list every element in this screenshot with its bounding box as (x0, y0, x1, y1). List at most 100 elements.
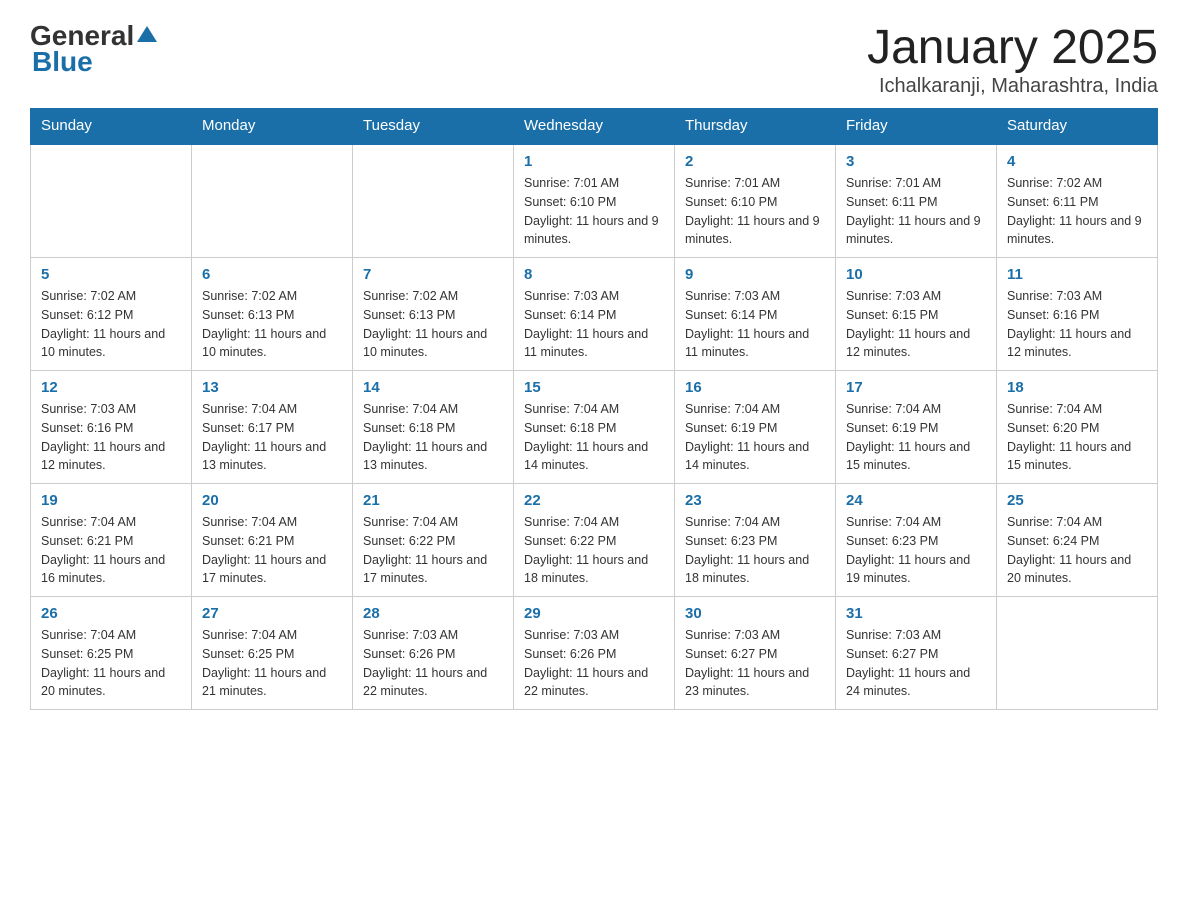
day-header-monday: Monday (192, 109, 353, 144)
day-number: 25 (1007, 492, 1147, 509)
day-number: 14 (363, 379, 503, 396)
day-cell: 18 Sunrise: 7:04 AMSunset: 6:20 PMDayligh… (997, 371, 1158, 484)
day-info: Sunrise: 7:04 AMSunset: 6:20 PMDaylight:… (1007, 400, 1147, 475)
day-number: 19 (41, 492, 181, 509)
day-info: Sunrise: 7:02 AMSunset: 6:13 PMDaylight:… (202, 287, 342, 362)
day-number: 16 (685, 379, 825, 396)
day-header-tuesday: Tuesday (353, 109, 514, 144)
day-number: 24 (846, 492, 986, 509)
logo: General Blue (30, 20, 157, 78)
day-header-saturday: Saturday (997, 109, 1158, 144)
day-info: Sunrise: 7:04 AMSunset: 6:24 PMDaylight:… (1007, 513, 1147, 588)
day-info: Sunrise: 7:03 AMSunset: 6:26 PMDaylight:… (524, 626, 664, 701)
day-number: 6 (202, 266, 342, 283)
day-cell (353, 144, 514, 258)
day-cell: 24 Sunrise: 7:04 AMSunset: 6:23 PMDayligh… (836, 484, 997, 597)
day-cell: 2 Sunrise: 7:01 AMSunset: 6:10 PMDaylight… (675, 144, 836, 258)
day-number: 4 (1007, 153, 1147, 170)
day-number: 13 (202, 379, 342, 396)
calendar-body: 1 Sunrise: 7:01 AMSunset: 6:10 PMDaylight… (31, 144, 1158, 710)
day-cell: 7 Sunrise: 7:02 AMSunset: 6:13 PMDaylight… (353, 258, 514, 371)
day-cell: 19 Sunrise: 7:04 AMSunset: 6:21 PMDayligh… (31, 484, 192, 597)
day-info: Sunrise: 7:03 AMSunset: 6:27 PMDaylight:… (846, 626, 986, 701)
week-row-3: 12 Sunrise: 7:03 AMSunset: 6:16 PMDayligh… (31, 371, 1158, 484)
day-info: Sunrise: 7:03 AMSunset: 6:16 PMDaylight:… (41, 400, 181, 475)
day-header-sunday: Sunday (31, 109, 192, 144)
day-info: Sunrise: 7:01 AMSunset: 6:10 PMDaylight:… (524, 174, 664, 249)
day-info: Sunrise: 7:04 AMSunset: 6:25 PMDaylight:… (41, 626, 181, 701)
logo-triangle-icon (137, 26, 157, 42)
day-info: Sunrise: 7:04 AMSunset: 6:22 PMDaylight:… (363, 513, 503, 588)
day-info: Sunrise: 7:04 AMSunset: 6:21 PMDaylight:… (202, 513, 342, 588)
calendar-subtitle: Ichalkaranji, Maharashtra, India (867, 75, 1158, 98)
day-number: 31 (846, 605, 986, 622)
day-cell: 8Sunrise: 7:03 AMSunset: 6:14 PMDaylight… (514, 258, 675, 371)
day-cell: 30Sunrise: 7:03 AMSunset: 6:27 PMDayligh… (675, 597, 836, 710)
day-cell: 5 Sunrise: 7:02 AMSunset: 6:12 PMDaylight… (31, 258, 192, 371)
day-number: 27 (202, 605, 342, 622)
day-number: 23 (685, 492, 825, 509)
title-block: January 2025 Ichalkaranji, Maharashtra, … (867, 20, 1158, 98)
day-info: Sunrise: 7:04 AMSunset: 6:22 PMDaylight:… (524, 513, 664, 588)
day-cell: 27 Sunrise: 7:04 AMSunset: 6:25 PMDayligh… (192, 597, 353, 710)
page-header: General Blue January 2025 Ichalkaranji, … (30, 20, 1158, 98)
day-number: 5 (41, 266, 181, 283)
day-info: Sunrise: 7:03 AMSunset: 6:14 PMDaylight:… (524, 287, 664, 362)
day-info: Sunrise: 7:02 AMSunset: 6:13 PMDaylight:… (363, 287, 503, 362)
day-number: 12 (41, 379, 181, 396)
day-cell: 26Sunrise: 7:04 AMSunset: 6:25 PMDayligh… (31, 597, 192, 710)
week-row-4: 19 Sunrise: 7:04 AMSunset: 6:21 PMDayligh… (31, 484, 1158, 597)
day-info: Sunrise: 7:04 AMSunset: 6:23 PMDaylight:… (685, 513, 825, 588)
day-info: Sunrise: 7:01 AMSunset: 6:10 PMDaylight:… (685, 174, 825, 249)
day-cell (192, 144, 353, 258)
day-info: Sunrise: 7:04 AMSunset: 6:17 PMDaylight:… (202, 400, 342, 475)
day-info: Sunrise: 7:03 AMSunset: 6:26 PMDaylight:… (363, 626, 503, 701)
day-cell: 21 Sunrise: 7:04 AMSunset: 6:22 PMDayligh… (353, 484, 514, 597)
day-number: 11 (1007, 266, 1147, 283)
day-cell: 29 Sunrise: 7:03 AMSunset: 6:26 PMDayligh… (514, 597, 675, 710)
day-number: 22 (524, 492, 664, 509)
day-number: 2 (685, 153, 825, 170)
day-info: Sunrise: 7:03 AMSunset: 6:15 PMDaylight:… (846, 287, 986, 362)
day-info: Sunrise: 7:01 AMSunset: 6:11 PMDaylight:… (846, 174, 986, 249)
day-cell: 12 Sunrise: 7:03 AMSunset: 6:16 PMDayligh… (31, 371, 192, 484)
day-cell: 16Sunrise: 7:04 AMSunset: 6:19 PMDayligh… (675, 371, 836, 484)
day-cell: 6 Sunrise: 7:02 AMSunset: 6:13 PMDaylight… (192, 258, 353, 371)
day-cell: 14 Sunrise: 7:04 AMSunset: 6:18 PMDayligh… (353, 371, 514, 484)
day-cell: 4Sunrise: 7:02 AMSunset: 6:11 PMDaylight… (997, 144, 1158, 258)
day-number: 9 (685, 266, 825, 283)
day-cell: 3 Sunrise: 7:01 AMSunset: 6:11 PMDaylight… (836, 144, 997, 258)
day-number: 7 (363, 266, 503, 283)
day-number: 29 (524, 605, 664, 622)
day-cell: 1 Sunrise: 7:01 AMSunset: 6:10 PMDaylight… (514, 144, 675, 258)
day-number: 1 (524, 153, 664, 170)
calendar-header: SundayMondayTuesdayWednesdayThursdayFrid… (31, 109, 1158, 144)
calendar-title: January 2025 (867, 20, 1158, 75)
day-info: Sunrise: 7:03 AMSunset: 6:16 PMDaylight:… (1007, 287, 1147, 362)
day-info: Sunrise: 7:03 AMSunset: 6:27 PMDaylight:… (685, 626, 825, 701)
day-number: 18 (1007, 379, 1147, 396)
day-info: Sunrise: 7:04 AMSunset: 6:23 PMDaylight:… (846, 513, 986, 588)
day-cell: 11 Sunrise: 7:03 AMSunset: 6:16 PMDayligh… (997, 258, 1158, 371)
day-header-thursday: Thursday (675, 109, 836, 144)
logo-blue-text: Blue (32, 46, 93, 78)
day-cell: 22 Sunrise: 7:04 AMSunset: 6:22 PMDayligh… (514, 484, 675, 597)
day-header-wednesday: Wednesday (514, 109, 675, 144)
week-row-1: 1 Sunrise: 7:01 AMSunset: 6:10 PMDaylight… (31, 144, 1158, 258)
day-cell: 28 Sunrise: 7:03 AMSunset: 6:26 PMDayligh… (353, 597, 514, 710)
day-number: 28 (363, 605, 503, 622)
day-cell: 13 Sunrise: 7:04 AMSunset: 6:17 PMDayligh… (192, 371, 353, 484)
day-number: 3 (846, 153, 986, 170)
day-cell: 10Sunrise: 7:03 AMSunset: 6:15 PMDayligh… (836, 258, 997, 371)
header-row: SundayMondayTuesdayWednesdayThursdayFrid… (31, 109, 1158, 144)
day-info: Sunrise: 7:04 AMSunset: 6:18 PMDaylight:… (363, 400, 503, 475)
day-number: 20 (202, 492, 342, 509)
week-row-2: 5 Sunrise: 7:02 AMSunset: 6:12 PMDaylight… (31, 258, 1158, 371)
day-info: Sunrise: 7:04 AMSunset: 6:21 PMDaylight:… (41, 513, 181, 588)
day-number: 21 (363, 492, 503, 509)
day-cell: 31 Sunrise: 7:03 AMSunset: 6:27 PMDayligh… (836, 597, 997, 710)
day-info: Sunrise: 7:04 AMSunset: 6:25 PMDaylight:… (202, 626, 342, 701)
day-number: 17 (846, 379, 986, 396)
day-info: Sunrise: 7:02 AMSunset: 6:12 PMDaylight:… (41, 287, 181, 362)
day-cell: 17Sunrise: 7:04 AMSunset: 6:19 PMDayligh… (836, 371, 997, 484)
